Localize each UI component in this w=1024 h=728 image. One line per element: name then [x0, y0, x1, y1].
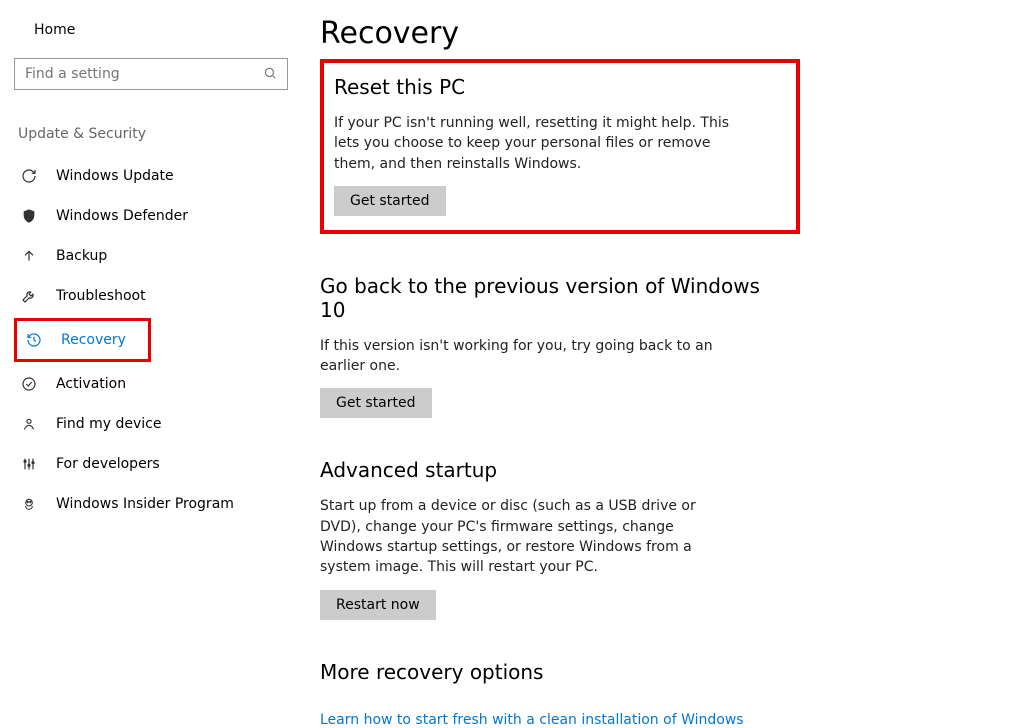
sidebar-item-find-my-device[interactable]: Find my device — [14, 404, 288, 444]
home-label: Home — [34, 22, 75, 38]
highlight-box-reset: Reset this PC If your PC isn't running w… — [320, 59, 800, 234]
get-started-reset-button[interactable]: Get started — [334, 186, 446, 216]
check-circle-icon — [20, 375, 38, 393]
sidebar-item-label: Backup — [56, 248, 107, 264]
sidebar-item-label: For developers — [56, 456, 160, 472]
search-field[interactable] — [25, 66, 263, 82]
sidebar-home[interactable]: Home — [14, 16, 288, 44]
main-content: Recovery Reset this PC If your PC isn't … — [300, 0, 1024, 630]
page-title: Recovery — [320, 16, 1014, 51]
section-advanced-startup: Advanced startup Start up from a device … — [320, 458, 780, 619]
fresh-install-link[interactable]: Learn how to start fresh with a clean in… — [320, 712, 744, 728]
section-more-options: More recovery options Learn how to start… — [320, 660, 780, 728]
section-title-reset: Reset this PC — [334, 75, 786, 99]
sidebar-item-windows-defender[interactable]: Windows Defender — [14, 196, 288, 236]
sidebar-item-recovery[interactable]: Recovery — [19, 323, 146, 357]
insider-icon — [20, 495, 38, 513]
sidebar-item-windows-update[interactable]: Windows Update — [14, 156, 288, 196]
sidebar: Home Update & Security Windows Update Wi… — [0, 0, 300, 630]
sidebar-item-label: Find my device — [56, 416, 162, 432]
sidebar-item-windows-insider[interactable]: Windows Insider Program — [14, 484, 288, 524]
sidebar-nav: Windows Update Windows Defender Backup T… — [14, 156, 288, 524]
sidebar-item-label: Troubleshoot — [56, 288, 146, 304]
sidebar-item-label: Activation — [56, 376, 126, 392]
section-go-back: Go back to the previous version of Windo… — [320, 274, 780, 419]
history-icon — [25, 331, 43, 349]
sidebar-item-for-developers[interactable]: For developers — [14, 444, 288, 484]
sidebar-item-activation[interactable]: Activation — [14, 364, 288, 404]
sidebar-item-troubleshoot[interactable]: Troubleshoot — [14, 276, 288, 316]
sidebar-item-label: Windows Update — [56, 168, 174, 184]
section-title-advanced: Advanced startup — [320, 458, 780, 482]
sidebar-item-label: Recovery — [61, 332, 126, 348]
section-body-advanced: Start up from a device or disc (such as … — [320, 496, 740, 577]
sliders-icon — [20, 455, 38, 473]
sidebar-item-label: Windows Insider Program — [56, 496, 234, 512]
upload-arrow-icon — [20, 247, 38, 265]
get-started-goback-button[interactable]: Get started — [320, 388, 432, 418]
search-input[interactable] — [14, 58, 288, 90]
section-title-goback: Go back to the previous version of Windo… — [320, 274, 780, 322]
search-icon — [263, 65, 277, 84]
sidebar-item-backup[interactable]: Backup — [14, 236, 288, 276]
highlight-box-sidebar: Recovery — [14, 318, 151, 362]
sync-icon — [20, 167, 38, 185]
wrench-icon — [20, 287, 38, 305]
section-title-more: More recovery options — [320, 660, 780, 684]
section-body-reset: If your PC isn't running well, resetting… — [334, 113, 754, 174]
restart-now-button[interactable]: Restart now — [320, 590, 436, 620]
category-label: Update & Security — [14, 126, 288, 142]
sidebar-item-label: Windows Defender — [56, 208, 188, 224]
location-icon — [20, 415, 38, 433]
section-body-goback: If this version isn't working for you, t… — [320, 336, 740, 377]
shield-icon — [20, 207, 38, 225]
